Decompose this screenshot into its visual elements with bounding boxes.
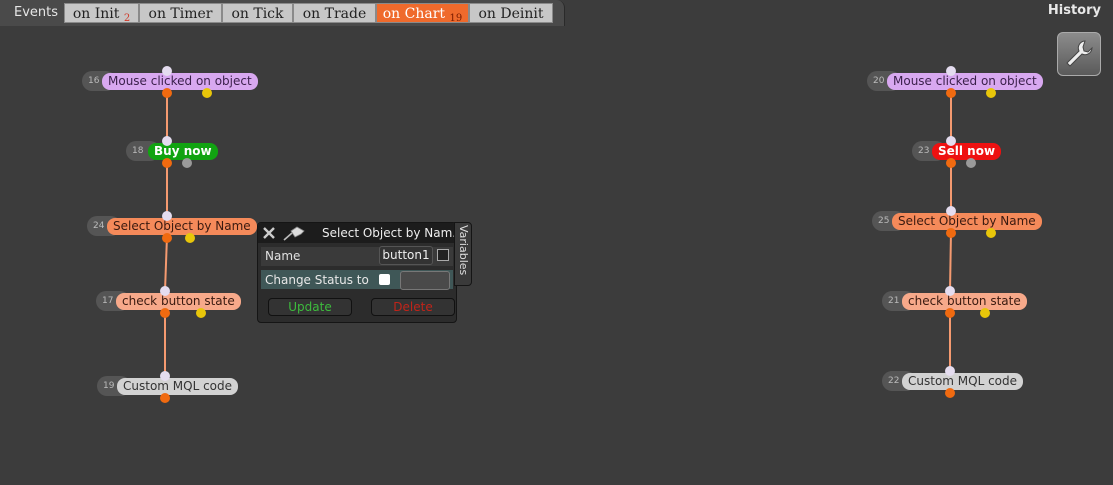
events-label: Events [14, 5, 59, 20]
tab-on-timer[interactable]: on Timer [139, 3, 222, 23]
node-22[interactable]: 22 Custom MQL code [882, 366, 1024, 398]
node-18[interactable]: 18 Buy now [126, 136, 218, 168]
node-19[interactable]: 19 Custom MQL code [97, 371, 239, 403]
output-port[interactable] [162, 233, 172, 243]
input-port[interactable] [945, 366, 955, 376]
name-label: Name [265, 249, 301, 263]
output-port[interactable] [946, 228, 956, 238]
alt-output-port[interactable] [196, 308, 206, 318]
link-25-21 [949, 230, 952, 292]
node-label: Custom MQL code [902, 373, 1024, 390]
alt-output-port[interactable] [182, 158, 192, 168]
update-button[interactable]: Update [268, 298, 352, 316]
alt-output-port[interactable] [185, 233, 195, 243]
output-port[interactable] [160, 393, 170, 403]
node-17[interactable]: 17 check button state [96, 286, 241, 318]
node-label: check button state [116, 293, 241, 310]
node-properties-popup: Select Object by Nam... Name button1 Cha… [257, 222, 464, 323]
close-icon[interactable] [263, 227, 275, 239]
node-16[interactable]: 16 Mouse clicked on object [82, 66, 258, 98]
node-label: check button state [902, 293, 1027, 310]
input-port[interactable] [946, 136, 956, 146]
node-label: Mouse clicked on object [887, 73, 1043, 90]
alt-output-port[interactable] [986, 228, 996, 238]
node-label: Select Object by Name [892, 213, 1042, 230]
alt-output-port[interactable] [202, 88, 212, 98]
input-port[interactable] [162, 66, 172, 76]
output-port[interactable] [945, 388, 955, 398]
popup-title: Select Object by Nam... [322, 226, 464, 240]
output-port[interactable] [946, 158, 956, 168]
name-checkbox[interactable] [437, 249, 449, 261]
change-status-row: Change Status to [261, 270, 453, 290]
tab-on-trade[interactable]: on Trade [293, 3, 376, 23]
output-port[interactable] [162, 158, 172, 168]
change-status-field[interactable] [400, 271, 450, 290]
input-port[interactable] [160, 371, 170, 381]
node-label: Select Object by Name [107, 218, 257, 235]
tab-label: on Tick [231, 6, 284, 22]
alt-output-port[interactable] [980, 308, 990, 318]
variables-tab[interactable]: Variables [454, 222, 472, 286]
name-field[interactable]: button1 [379, 246, 433, 265]
output-port[interactable] [162, 88, 172, 98]
tab-on-init[interactable]: on Init 2 [64, 3, 139, 24]
events-toolbar: Events on Init 2 on Timer on Tick on Tra… [0, 0, 1113, 26]
input-port[interactable] [946, 206, 956, 216]
node-label: Buy now [148, 143, 218, 160]
alt-output-port[interactable] [986, 88, 996, 98]
input-port[interactable] [946, 66, 956, 76]
node-23[interactable]: 23 Sell now [912, 136, 1002, 168]
change-status-checkbox[interactable] [379, 274, 390, 285]
delete-button[interactable]: Delete [371, 298, 455, 316]
pin-icon[interactable] [282, 225, 308, 241]
link-24-17 [164, 235, 168, 292]
node-21[interactable]: 21 check button state [882, 286, 1027, 318]
node-label: Mouse clicked on object [102, 73, 258, 90]
output-port[interactable] [160, 308, 170, 318]
history-button[interactable]: History [1048, 3, 1101, 18]
output-port[interactable] [946, 88, 956, 98]
tab-label: on Trade [302, 6, 367, 22]
tab-label: on Timer [148, 6, 213, 22]
input-port[interactable] [945, 286, 955, 296]
name-row: Name button1 [261, 246, 453, 266]
popup-titlebar[interactable]: Select Object by Nam... [258, 223, 464, 243]
node-20[interactable]: 20 Mouse clicked on object [867, 66, 1043, 98]
tab-label: on Chart [382, 6, 446, 22]
change-status-label: Change Status to [265, 273, 369, 287]
alt-output-port[interactable] [966, 158, 976, 168]
variables-label: Variables [457, 225, 470, 276]
input-port[interactable] [162, 211, 172, 221]
input-port[interactable] [162, 136, 172, 146]
tab-label: on Init [72, 6, 120, 22]
node-25[interactable]: 25 Select Object by Name [872, 206, 1042, 238]
input-port[interactable] [160, 286, 170, 296]
node-label: Sell now [932, 143, 1002, 160]
node-label: Custom MQL code [117, 378, 239, 395]
node-24[interactable]: 24 Select Object by Name [87, 211, 257, 243]
tab-count: 2 [123, 13, 131, 24]
tab-on-tick[interactable]: on Tick [222, 3, 293, 23]
node-canvas[interactable]: 16 Mouse clicked on object 18 Buy now 24… [0, 26, 1113, 485]
tab-on-chart[interactable]: on Chart 19 [376, 3, 469, 24]
tab-on-deinit[interactable]: on Deinit [469, 3, 553, 23]
tab-label: on Deinit [478, 6, 544, 22]
output-port[interactable] [945, 308, 955, 318]
tab-count: 19 [449, 13, 463, 24]
